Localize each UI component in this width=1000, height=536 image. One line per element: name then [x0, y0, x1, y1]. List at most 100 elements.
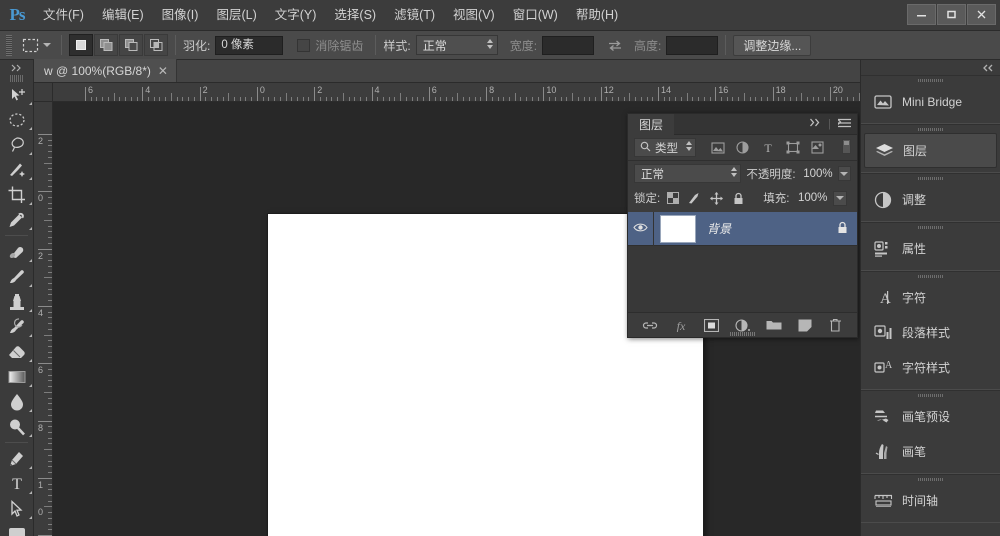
rectangle-tool[interactable]	[0, 521, 34, 536]
width-input[interactable]	[542, 36, 594, 55]
shape-layer-filter-icon[interactable]	[785, 140, 800, 155]
menu-e[interactable]: 编辑(E)	[93, 0, 153, 31]
lasso-tool[interactable]	[0, 132, 34, 157]
half-circle-icon[interactable]	[735, 317, 751, 333]
pixel-layer-filter-icon[interactable]	[710, 140, 725, 155]
brush-tool[interactable]	[0, 264, 34, 289]
toolbar-grip[interactable]	[10, 75, 23, 82]
blur-tool[interactable]	[0, 389, 34, 414]
intersect-selection-button[interactable]	[144, 34, 168, 56]
move-tool[interactable]	[0, 82, 34, 107]
dock-group-grip[interactable]	[861, 174, 1000, 182]
lock-position-icon[interactable]	[710, 192, 723, 205]
fill-slider-toggle[interactable]	[833, 191, 847, 206]
fill-value[interactable]: 100%	[795, 192, 827, 204]
menu-f[interactable]: 文件(F)	[34, 0, 93, 31]
panel-menu-icon[interactable]	[838, 118, 851, 131]
dock-item-brush-presets[interactable]: 画笔预设	[864, 399, 997, 434]
lock-transparent-pixels-icon[interactable]	[666, 192, 679, 205]
eyedropper-tool[interactable]	[0, 207, 34, 232]
pen-tool[interactable]	[0, 446, 34, 471]
lock-all-icon[interactable]	[732, 192, 745, 205]
vertical-ruler[interactable]: 2024681 01	[34, 102, 53, 536]
link-icon[interactable]	[642, 317, 658, 333]
new-selection-button[interactable]	[69, 34, 93, 56]
tab-layers[interactable]: 图层	[628, 114, 674, 135]
clone-stamp-tool[interactable]	[0, 289, 34, 314]
dock-item-character-styles[interactable]: A字符样式	[864, 350, 997, 385]
dock-item-layers[interactable]: 图层	[864, 133, 997, 168]
swap-arrows-icon[interactable]	[604, 35, 626, 55]
folder-icon[interactable]	[766, 317, 782, 333]
menu-t[interactable]: 滤镜(T)	[385, 0, 444, 31]
minimize-button[interactable]	[907, 4, 936, 25]
layer-name[interactable]: 背景	[707, 220, 731, 237]
dock-item-timeline[interactable]: 时间轴	[864, 483, 997, 518]
dock-collapse-button[interactable]	[861, 60, 1000, 75]
dock-group-grip[interactable]	[861, 475, 1000, 483]
blend-mode-select[interactable]: 正常	[634, 164, 741, 183]
crop-tool[interactable]	[0, 182, 34, 207]
refine-edge-button[interactable]: 调整边缘...	[733, 35, 811, 56]
menu-h[interactable]: 帮助(H)	[567, 0, 627, 31]
menu-w[interactable]: 窗口(W)	[504, 0, 567, 31]
lock-image-pixels-icon[interactable]	[688, 192, 701, 205]
filter-toggle-icon[interactable]	[842, 139, 851, 157]
dock-item-brush-panel[interactable]: 画笔	[864, 434, 997, 469]
menu-s[interactable]: 选择(S)	[325, 0, 385, 31]
dock-item-adjustments[interactable]: 调整	[864, 182, 997, 217]
new-layer-icon[interactable]	[797, 317, 813, 333]
feather-input[interactable]: 0 像素	[215, 36, 283, 55]
panel-resize-handle[interactable]	[730, 332, 756, 336]
dock-item-properties[interactable]: 属性	[864, 231, 997, 266]
fx-icon[interactable]: fx	[673, 317, 689, 333]
dock-item-paragraph-styles[interactable]: 段落样式	[864, 315, 997, 350]
trash-icon[interactable]	[828, 317, 844, 333]
eraser-tool[interactable]	[0, 339, 34, 364]
dock-item-mini-bridge[interactable]: Mini Bridge	[864, 84, 997, 119]
style-select[interactable]: 正常	[416, 35, 498, 55]
antialias-checkbox[interactable]	[297, 39, 310, 52]
elliptical-marquee-tool[interactable]	[0, 107, 34, 132]
dock-group-grip[interactable]	[861, 272, 1000, 280]
menu-y[interactable]: 文字(Y)	[266, 0, 326, 31]
gradient-tool[interactable]	[0, 364, 34, 389]
add-to-selection-button[interactable]	[94, 34, 118, 56]
path-selection-tool[interactable]	[0, 496, 34, 521]
layer-thumbnail[interactable]	[660, 215, 696, 243]
document-tab[interactable]: w @ 100%(RGB/8*) ✕	[34, 59, 177, 82]
layer-filter-kind-select[interactable]: 类型	[634, 138, 696, 157]
dock-group-grip[interactable]	[861, 76, 1000, 84]
horizontal-ruler[interactable]: 642024681012141618202	[53, 83, 860, 102]
quick-selection-tool[interactable]	[0, 157, 34, 182]
table-row[interactable]: 背景	[628, 212, 857, 246]
opacity-slider-toggle[interactable]	[838, 166, 851, 181]
history-brush-tool[interactable]	[0, 314, 34, 339]
dock-group-grip[interactable]	[861, 223, 1000, 231]
layers-list[interactable]: 背景	[628, 212, 857, 314]
maximize-button[interactable]	[937, 4, 966, 25]
spot-healing-brush-tool[interactable]	[0, 239, 34, 264]
type-layer-filter-icon[interactable]: T	[760, 140, 775, 155]
menu-i[interactable]: 图像(I)	[153, 0, 208, 31]
opacity-value[interactable]: 100%	[801, 168, 833, 180]
mask-icon[interactable]	[704, 317, 720, 333]
menu-l[interactable]: 图层(L)	[207, 0, 265, 31]
smart-object-filter-icon[interactable]	[810, 140, 825, 155]
close-icon[interactable]: ✕	[158, 65, 168, 77]
close-button[interactable]	[967, 4, 996, 25]
double-chevron-right-icon[interactable]	[809, 118, 821, 130]
subtract-from-selection-button[interactable]	[119, 34, 143, 56]
layer-visibility-toggle[interactable]	[628, 212, 654, 246]
dock-group-grip[interactable]	[861, 391, 1000, 399]
options-bar-grip[interactable]	[6, 35, 12, 56]
horizontal-type-tool[interactable]: T	[0, 471, 34, 496]
tool-preset-picker[interactable]	[16, 35, 54, 55]
dock-item-character[interactable]: A字符	[864, 280, 997, 315]
adjustment-layer-filter-icon[interactable]	[735, 140, 750, 155]
ruler-corner[interactable]	[34, 83, 53, 102]
menu-v[interactable]: 视图(V)	[444, 0, 504, 31]
dock-group-grip[interactable]	[861, 125, 1000, 133]
height-input[interactable]	[666, 36, 718, 55]
toolbar-collapse-button[interactable]	[0, 60, 33, 75]
